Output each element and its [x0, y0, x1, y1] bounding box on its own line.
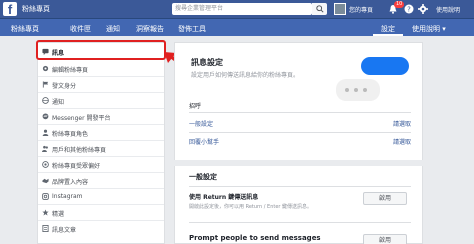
help-icon[interactable]: ? [404, 4, 414, 14]
svg-text:?: ? [407, 6, 411, 14]
messenger-icon [42, 113, 49, 120]
target-icon [42, 161, 49, 168]
sidebar-item-messenger-platform[interactable]: Messenger 開發平台 [38, 109, 164, 125]
row-label: 回覆小幫手 [189, 139, 220, 146]
sidebar-item-notifications[interactable]: 通知 [38, 93, 164, 109]
person-icon [42, 129, 49, 136]
enable-prompt-button[interactable]: 啟用 [363, 234, 407, 244]
sidebar-item-label: 發文身分 [52, 83, 77, 90]
handshake-icon [42, 178, 49, 184]
search-button[interactable] [312, 3, 327, 15]
user-name[interactable]: 您的專頁 [349, 5, 373, 14]
sidebar-item-label: 訊息文章 [52, 227, 77, 234]
top-bar: f 粉絲專頁 搜尋企業管理平台 您的專頁 10 ? 使用說明 [0, 0, 474, 19]
page-name[interactable]: 粉絲專頁 [22, 4, 50, 14]
sidebar-item-label: 粉絲專頁受眾偏好 [52, 163, 101, 170]
gear-icon [42, 65, 49, 72]
prompt-messages-option-title: Prompt people to send messages [189, 234, 321, 242]
enable-return-key-button[interactable]: 啟用 [363, 192, 407, 205]
active-tab-indicator [373, 19, 403, 36]
search-icon [316, 5, 324, 13]
instagram-icon [42, 193, 49, 200]
divider [189, 112, 411, 113]
sidebar-item-people-and-pages[interactable]: 用戶和其他粉絲專頁 [38, 141, 164, 157]
nav-item-notifications[interactable]: 通知 [106, 24, 120, 34]
divider [189, 132, 411, 133]
return-key-option-title: 使用 Return 鍵傳送訊息 [189, 194, 259, 201]
sidebar-item-label: Messenger 開發平台 [52, 115, 111, 122]
globe-icon [42, 97, 49, 104]
messaging-toggle[interactable] [361, 57, 409, 75]
facebook-logo-icon[interactable]: f [3, 2, 17, 17]
divider [189, 186, 411, 187]
sidebar-item-page-attribution[interactable]: 發文身分 [38, 77, 164, 93]
sidebar-item-label: 用戶和其他粉絲專頁 [52, 147, 107, 154]
sidebar-item-label: Instagram [52, 193, 83, 200]
row-label: 一般設定 [189, 121, 214, 128]
search-input[interactable]: 搜尋企業管理平台 [172, 3, 312, 15]
settings-sidebar: 訊息 編輯粉絲專頁 發文身分 通知 Messenger 開發平台 粉絲專頁角色 … [37, 42, 165, 244]
article-icon [42, 225, 49, 232]
return-key-option-description: 開啟此設定後，你可以用 Return / Enter 鍵傳送訊息。 [189, 204, 313, 210]
flag-icon [42, 81, 49, 88]
nav-item-help[interactable]: 使用說明 ▾ [412, 24, 446, 34]
gear-icon[interactable] [418, 4, 428, 14]
star-icon [42, 209, 49, 216]
sidebar-item-label: 通知 [52, 99, 65, 106]
general-settings-title: 一般設定 [189, 173, 217, 181]
sidebar-item-edit-page[interactable]: 編輯粉絲專頁 [38, 61, 164, 77]
row-link[interactable]: 請選取 [393, 119, 411, 128]
sidebar-item-label: 品牌置入內容 [52, 179, 89, 186]
people-icon [42, 145, 48, 152]
sidebar-item-label: 編輯粉絲專頁 [52, 67, 89, 74]
sidebar-item-branded-content[interactable]: 品牌置入內容 [38, 173, 164, 189]
sidebar-item-articles[interactable]: 訊息文章 [38, 221, 164, 237]
help-link[interactable]: 使用說明 [436, 5, 460, 14]
sidebar-item-label: 粉絲專頁角色 [52, 131, 89, 138]
section-separator [174, 160, 423, 166]
settings-row-general[interactable]: 一般設定 請選取 [189, 117, 411, 131]
highlight-box [36, 40, 166, 60]
avatar[interactable] [334, 3, 346, 15]
messaging-settings-description: 設定用戶如何傳送訊息給你的粉絲專頁。 [191, 72, 300, 79]
notification-badge: 10 [394, 1, 405, 8]
typing-preview [336, 79, 380, 101]
nav-item-publishing-tools[interactable]: 發佈工具 [178, 24, 206, 34]
nav-item-inbox[interactable]: 收件匣 [70, 24, 91, 34]
sidebar-item-page-roles[interactable]: 粉絲專頁角色 [38, 125, 164, 141]
nav-item-insights[interactable]: 洞察報告 [136, 24, 164, 34]
settings-row-response-assistant[interactable]: 回覆小幫手 請選取 [189, 135, 411, 149]
sidebar-item-instagram[interactable]: Instagram [38, 189, 164, 205]
messaging-settings-title: 訊息設定 [191, 58, 223, 67]
nav-item-page[interactable]: 粉絲專頁 [11, 24, 39, 34]
row-link[interactable]: 請選取 [393, 137, 411, 146]
sidebar-item-label: 精選 [52, 211, 65, 218]
divider [189, 222, 411, 223]
sidebar-item-audience[interactable]: 粉絲專頁受眾偏好 [38, 157, 164, 173]
sidebar-item-featured[interactable]: 精選 [38, 205, 164, 221]
greeting-header: 招呼 [189, 103, 202, 110]
